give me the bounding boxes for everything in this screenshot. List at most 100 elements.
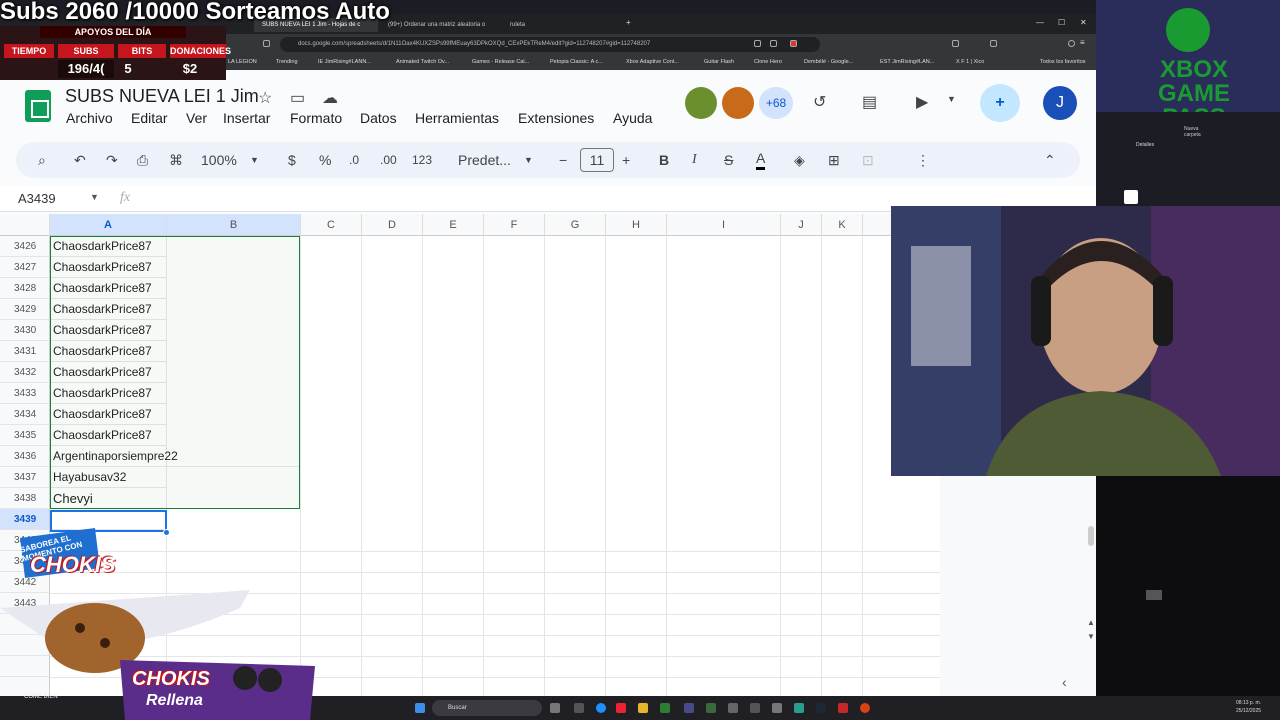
tab-ruleta[interactable]: ruleta xyxy=(502,18,618,32)
row-header[interactable]: 3429 xyxy=(0,299,50,320)
extension-icon[interactable] xyxy=(952,40,959,47)
fill-color-icon[interactable]: ◈ xyxy=(794,150,805,170)
widgets-icon[interactable] xyxy=(574,703,584,713)
font-size-increase[interactable]: + xyxy=(622,150,630,170)
column-header[interactable]: K xyxy=(822,214,863,236)
column-header[interactable]: D xyxy=(362,214,423,236)
document-title[interactable]: SUBS NUEVA LEI 1 Jim xyxy=(65,86,259,107)
explorer-icon[interactable] xyxy=(638,703,648,713)
clock[interactable]: 08:13 p. m. 25/12/2025 xyxy=(1236,699,1261,715)
italic-button[interactable]: I xyxy=(692,150,697,170)
vertical-scrollbar[interactable] xyxy=(1088,526,1094,546)
menu-insertar[interactable]: Insertar xyxy=(223,110,270,126)
text-color-button[interactable]: A xyxy=(756,150,766,170)
more-collaborators[interactable]: +68 xyxy=(759,87,793,119)
borders-icon[interactable]: ⊞ xyxy=(828,150,840,170)
scroll-down-icon[interactable]: ▼ xyxy=(1087,632,1095,641)
menu-ayuda[interactable]: Ayuda xyxy=(613,110,652,126)
share-button[interactable]: + xyxy=(980,84,1020,122)
profile-icon[interactable] xyxy=(1068,40,1075,47)
row-header[interactable]: 3426 xyxy=(0,236,50,257)
column-header[interactable]: C xyxy=(301,214,362,236)
app-icon[interactable] xyxy=(728,703,738,713)
bookmark-item[interactable]: IE JimRising#LANN... xyxy=(318,54,371,70)
scroll-up-icon[interactable]: ▲ xyxy=(1087,618,1095,627)
bookmark-item[interactable]: Games - Release Cal... xyxy=(472,54,529,70)
zoom-icon[interactable] xyxy=(754,40,761,47)
increase-decimal-button[interactable]: .00 xyxy=(380,150,397,170)
menu-herramientas[interactable]: Herramientas xyxy=(415,110,499,126)
row-header[interactable]: 3434 xyxy=(0,404,50,425)
formula-input[interactable] xyxy=(150,189,850,209)
meet-icon[interactable]: ▶ xyxy=(916,92,928,112)
star-icon[interactable]: ☆ xyxy=(258,88,272,108)
decrease-decimal-button[interactable]: .0 xyxy=(349,150,359,170)
maximize-icon[interactable]: ☐ xyxy=(1058,18,1065,27)
menu-formato[interactable]: Formato xyxy=(290,110,342,126)
row-header[interactable]: 3433 xyxy=(0,383,50,404)
chevron-down-icon[interactable]: ▼ xyxy=(947,94,956,104)
share-icon[interactable] xyxy=(770,40,777,47)
account-avatar[interactable]: J xyxy=(1043,86,1077,120)
font-size-input[interactable]: 11 xyxy=(580,148,614,172)
percent-button[interactable]: % xyxy=(319,150,331,170)
print-icon[interactable]: ⎙ xyxy=(137,150,148,170)
side-panel-toggle-icon[interactable]: ‹ xyxy=(1062,674,1067,690)
sheets-logo-icon[interactable] xyxy=(25,90,51,122)
row-header[interactable]: 3438 xyxy=(0,488,50,509)
currency-button[interactable]: $ xyxy=(288,150,296,170)
row-header[interactable]: 3430 xyxy=(0,320,50,341)
column-header[interactable]: F xyxy=(484,214,545,236)
bookmark-item[interactable]: LA LEGION xyxy=(228,54,257,70)
collaborator-avatar[interactable] xyxy=(722,87,754,119)
row-header[interactable]: 3439 xyxy=(0,509,50,530)
app-icon[interactable] xyxy=(794,703,804,713)
select-all-corner[interactable] xyxy=(0,214,50,236)
menu-ver[interactable]: Ver xyxy=(186,110,207,126)
column-header[interactable]: A xyxy=(50,214,167,236)
strikethrough-button[interactable]: S xyxy=(724,150,733,170)
download-icon[interactable] xyxy=(990,40,997,47)
menu-extensiones[interactable]: Extensiones xyxy=(518,110,594,126)
row-header[interactable]: 3432 xyxy=(0,362,50,383)
bookmark-item[interactable]: Trending xyxy=(276,54,298,70)
tab-youtube[interactable]: (99+) Ordenar una matriz aleatoria o xyxy=(380,18,500,32)
column-header[interactable]: B xyxy=(167,214,301,236)
menu-archivo[interactable]: Archivo xyxy=(66,110,113,126)
column-header[interactable]: H xyxy=(606,214,667,236)
bookmark-item[interactable]: Animated Twitch Ov... xyxy=(396,54,449,70)
chevron-down-icon[interactable]: ▼ xyxy=(90,192,99,202)
close-icon[interactable]: ✕ xyxy=(1080,18,1087,27)
new-tab-icon[interactable]: + xyxy=(626,18,631,27)
row-header[interactable]: 3428 xyxy=(0,278,50,299)
bold-button[interactable]: B xyxy=(659,150,669,170)
bookmark-item[interactable]: Petopia Classic: A c... xyxy=(550,54,603,70)
menu-icon[interactable]: ≡ xyxy=(1080,38,1085,47)
font-size-decrease[interactable]: − xyxy=(559,150,567,170)
bookmark-item[interactable]: Guitar Flash xyxy=(704,54,734,70)
bookmark-item[interactable]: Dembélé - Google... xyxy=(804,54,853,70)
bookmark-item[interactable]: EST JimRising#LAN... xyxy=(880,54,934,70)
minimize-icon[interactable]: — xyxy=(1036,18,1044,27)
column-header[interactable]: J xyxy=(781,214,822,236)
chevron-down-icon[interactable]: ▼ xyxy=(250,150,259,170)
column-header[interactable]: G xyxy=(545,214,606,236)
search-menu-icon[interactable]: ⌕ xyxy=(38,150,46,170)
collapse-menu-icon[interactable]: ⌃ xyxy=(1044,150,1056,170)
row-header[interactable]: 3427 xyxy=(0,257,50,278)
all-bookmarks[interactable]: Todos los favoritos xyxy=(1040,54,1086,70)
name-box[interactable]: A3439 xyxy=(18,191,56,206)
app-icon[interactable] xyxy=(838,703,848,713)
brave-icon[interactable] xyxy=(616,703,626,713)
task-view-icon[interactable] xyxy=(550,703,560,713)
steam-icon[interactable] xyxy=(816,703,826,713)
column-header[interactable]: E xyxy=(423,214,484,236)
taskbar-search[interactable]: Buscar xyxy=(432,700,542,716)
move-folder-icon[interactable]: ▭ xyxy=(290,88,305,108)
bookmark-item[interactable]: Clone Hero xyxy=(754,54,782,70)
history-icon[interactable]: ↺ xyxy=(813,92,826,112)
column-header[interactable]: I xyxy=(667,214,781,236)
edge-icon[interactable] xyxy=(596,703,606,713)
undo-icon[interactable]: ↶ xyxy=(74,150,86,170)
menu-datos[interactable]: Datos xyxy=(360,110,397,126)
